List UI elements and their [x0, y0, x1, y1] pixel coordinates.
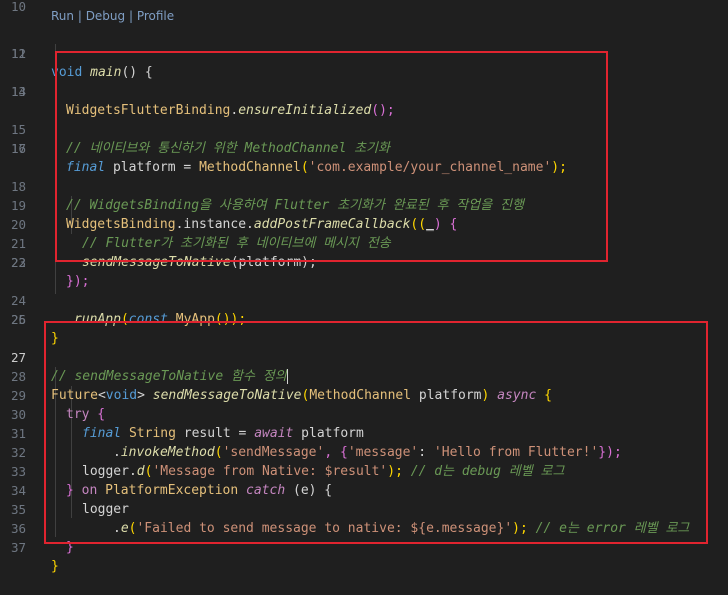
codelens-separator: |: [74, 9, 86, 23]
highlight-box-function: [44, 321, 708, 544]
line-number: 37: [10, 540, 26, 555]
codelens-debug-link[interactable]: Debug: [86, 9, 125, 23]
code-editor[interactable]: 10 Run | Debug | Profile 11 void main() …: [0, 0, 728, 574]
code-line-11: 11 void main() {: [0, 25, 728, 80]
punctuation: }: [51, 559, 59, 574]
code-line-24: 24 runApp(const MyApp());: [0, 272, 728, 327]
line-number: 14: [10, 84, 26, 99]
codelens-run-link[interactable]: Run: [51, 9, 74, 23]
line-number: 23: [10, 255, 26, 270]
line-number: 17: [10, 141, 26, 156]
codelens-separator: |: [125, 9, 137, 23]
code-line-25: 25 }: [0, 291, 728, 346]
line-number: 12: [10, 46, 26, 61]
codelens: Run | Debug | Profile: [51, 9, 174, 23]
highlight-box-main: [55, 51, 608, 262]
codelens-profile-link[interactable]: Profile: [137, 9, 174, 23]
line-number: 10: [10, 0, 26, 14]
line-number: 26: [10, 312, 26, 327]
